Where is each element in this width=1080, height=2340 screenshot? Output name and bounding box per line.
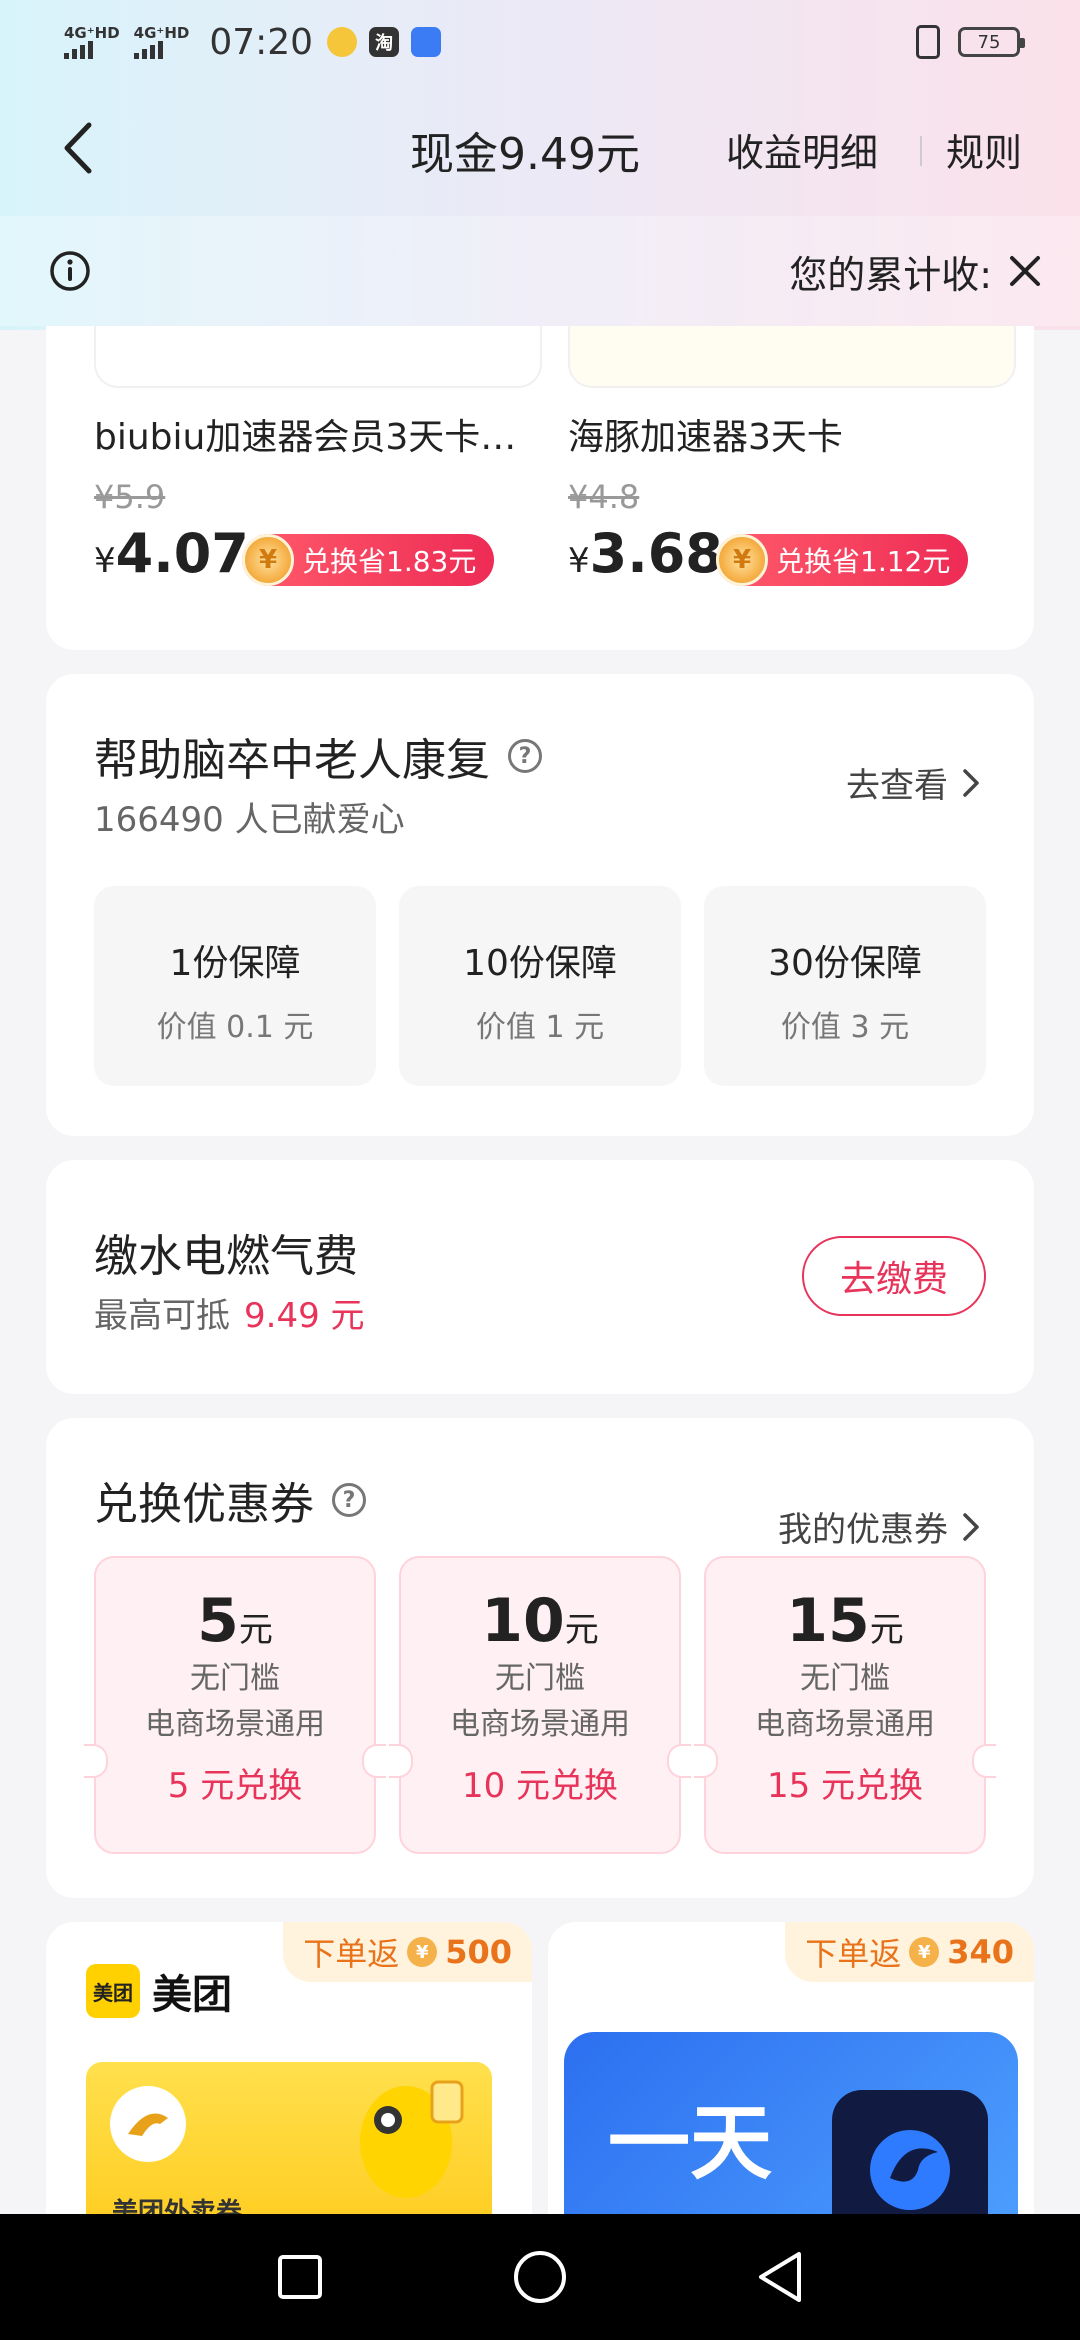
coin-icon: ¥ <box>716 534 768 586</box>
status-bar: 4G⁺HD 4G⁺HD 07:20 淘 75 <box>0 0 1080 84</box>
coin-icon: ¥ <box>242 534 294 586</box>
exchange-button[interactable]: 15 元兑换 <box>706 1758 984 1807</box>
coupon-5[interactable]: 5元 无门槛 电商场景通用 5 元兑换 <box>84 1556 386 1854</box>
product-name[interactable]: 海豚加速器3天卡 <box>568 408 1018 460</box>
donation-tier-10[interactable]: 10份保障 价值 1 元 <box>399 886 681 1086</box>
utility-bill-card: 缴水电燃气费 最高可抵 9.49 元 去缴费 <box>46 1160 1034 1394</box>
product-name[interactable]: biubiu加速器会员3天卡… <box>94 408 544 460</box>
chevron-right-icon <box>963 1512 979 1541</box>
product-price: ¥3.68 <box>568 522 723 585</box>
save-tag[interactable]: ¥ 兑换省1.83元 <box>242 534 495 586</box>
home-button[interactable] <box>500 2237 580 2317</box>
nav-bar: 现金9.49元 收益明细 规则 <box>0 100 1080 196</box>
cashback-badge: 下单返 ¥ 340 <box>785 1922 1034 1982</box>
my-coupons-link[interactable]: 我的优惠券 <box>778 1502 980 1551</box>
meituan-promo-card[interactable]: 下单返 ¥ 500 美团 美团 美团外卖券 <box>46 1922 532 2222</box>
view-charity-link[interactable]: 去查看 <box>846 758 980 807</box>
coupon-exchange-card: 兑换优惠券 ? 我的优惠券 5元 无门槛 电商场景通用 5 元兑换 10元 无门… <box>46 1418 1034 1898</box>
product-card: biubiu加速器会员3天卡… ¥5.9 ¥4.07 ¥ 兑换省1.83元 海豚… <box>46 326 1034 650</box>
kangaroo-icon <box>110 2086 186 2162</box>
back-button[interactable] <box>50 120 106 176</box>
product-image[interactable] <box>94 326 542 388</box>
meituan-banner: 美团外卖券 <box>86 2062 492 2222</box>
triangle-back-icon <box>759 2252 801 2302</box>
nav-divider <box>920 136 922 166</box>
coin-icon: ¥ <box>407 1937 438 1967</box>
donation-tier-1[interactable]: 1份保障 价值 0.1 元 <box>94 886 376 1086</box>
donation-tier-30[interactable]: 30份保障 价值 3 元 <box>704 886 986 1086</box>
meituan-logo: 美团 美团 <box>86 1962 232 2020</box>
page-title: 现金9.49元 <box>410 129 640 180</box>
system-nav-bar <box>0 2214 1080 2340</box>
status-time: 07:20 <box>209 21 314 63</box>
donor-count: 166490 人已献爱心 <box>94 800 405 840</box>
vibrate-icon <box>916 25 940 59</box>
cell-signal-icon-2: 4G⁺HD <box>133 25 189 59</box>
recent-apps-button[interactable] <box>260 2237 340 2317</box>
bill-title: 缴水电燃气费 <box>94 1231 358 1282</box>
product-old-price: ¥5.9 <box>94 478 166 516</box>
dolphin-icon <box>832 2090 988 2222</box>
help-icon[interactable]: ? <box>332 1483 366 1517</box>
exchange-button[interactable]: 10 元兑换 <box>401 1758 679 1807</box>
cashback-badge: 下单返 ¥ 500 <box>283 1922 532 1982</box>
rules-link[interactable]: 规则 <box>946 122 1022 177</box>
chevron-right-icon <box>963 768 979 797</box>
coupon-title: 兑换优惠券 ? <box>94 1468 366 1532</box>
square-icon <box>278 2255 322 2299</box>
game-app-icon <box>411 27 442 57</box>
coupon-15[interactable]: 15元 无门槛 电商场景通用 15 元兑换 <box>694 1556 996 1854</box>
product-old-price: ¥4.8 <box>568 478 640 516</box>
battery-icon: 75 <box>958 27 1025 57</box>
charity-card: 帮助脑卒中老人康复 ? 166490 人已献爱心 去查看 1份保障 价值 0.1… <box>46 674 1034 1136</box>
vpn-promo-card[interactable]: 下单返 ¥ 340 一天 <box>548 1922 1034 2222</box>
coin-app-icon <box>327 27 358 57</box>
close-icon[interactable] <box>1006 252 1044 290</box>
help-icon[interactable]: ? <box>508 739 542 773</box>
taobao-app-icon: 淘 <box>369 27 400 57</box>
notice-bar: 您的累计收: <box>0 216 1080 326</box>
coin-icon: ¥ <box>909 1937 940 1967</box>
mascot-icon <box>360 2080 464 2198</box>
save-tag[interactable]: ¥ 兑换省1.12元 <box>716 534 969 586</box>
earnings-detail-link[interactable]: 收益明细 <box>726 122 878 177</box>
pay-bill-button[interactable]: 去缴费 <box>802 1236 986 1316</box>
coupon-10[interactable]: 10元 无门槛 电商场景通用 10 元兑换 <box>389 1556 691 1854</box>
notice-text: 您的累计收: <box>789 252 992 297</box>
chevron-left-icon <box>64 122 92 174</box>
cell-signal-icon: 4G⁺HD <box>64 25 120 59</box>
circle-icon <box>514 2251 566 2303</box>
dolphin-banner: 一天 <box>564 2032 1018 2222</box>
exchange-button[interactable]: 5 元兑换 <box>96 1758 374 1807</box>
product-image[interactable] <box>568 326 1016 388</box>
bill-deduction: 最高可抵 9.49 元 <box>94 1296 365 1336</box>
info-icon <box>50 251 90 291</box>
charity-title: 帮助脑卒中老人康复 ? <box>94 724 542 788</box>
product-price: ¥4.07 <box>94 522 249 585</box>
system-back-button[interactable] <box>740 2237 820 2317</box>
